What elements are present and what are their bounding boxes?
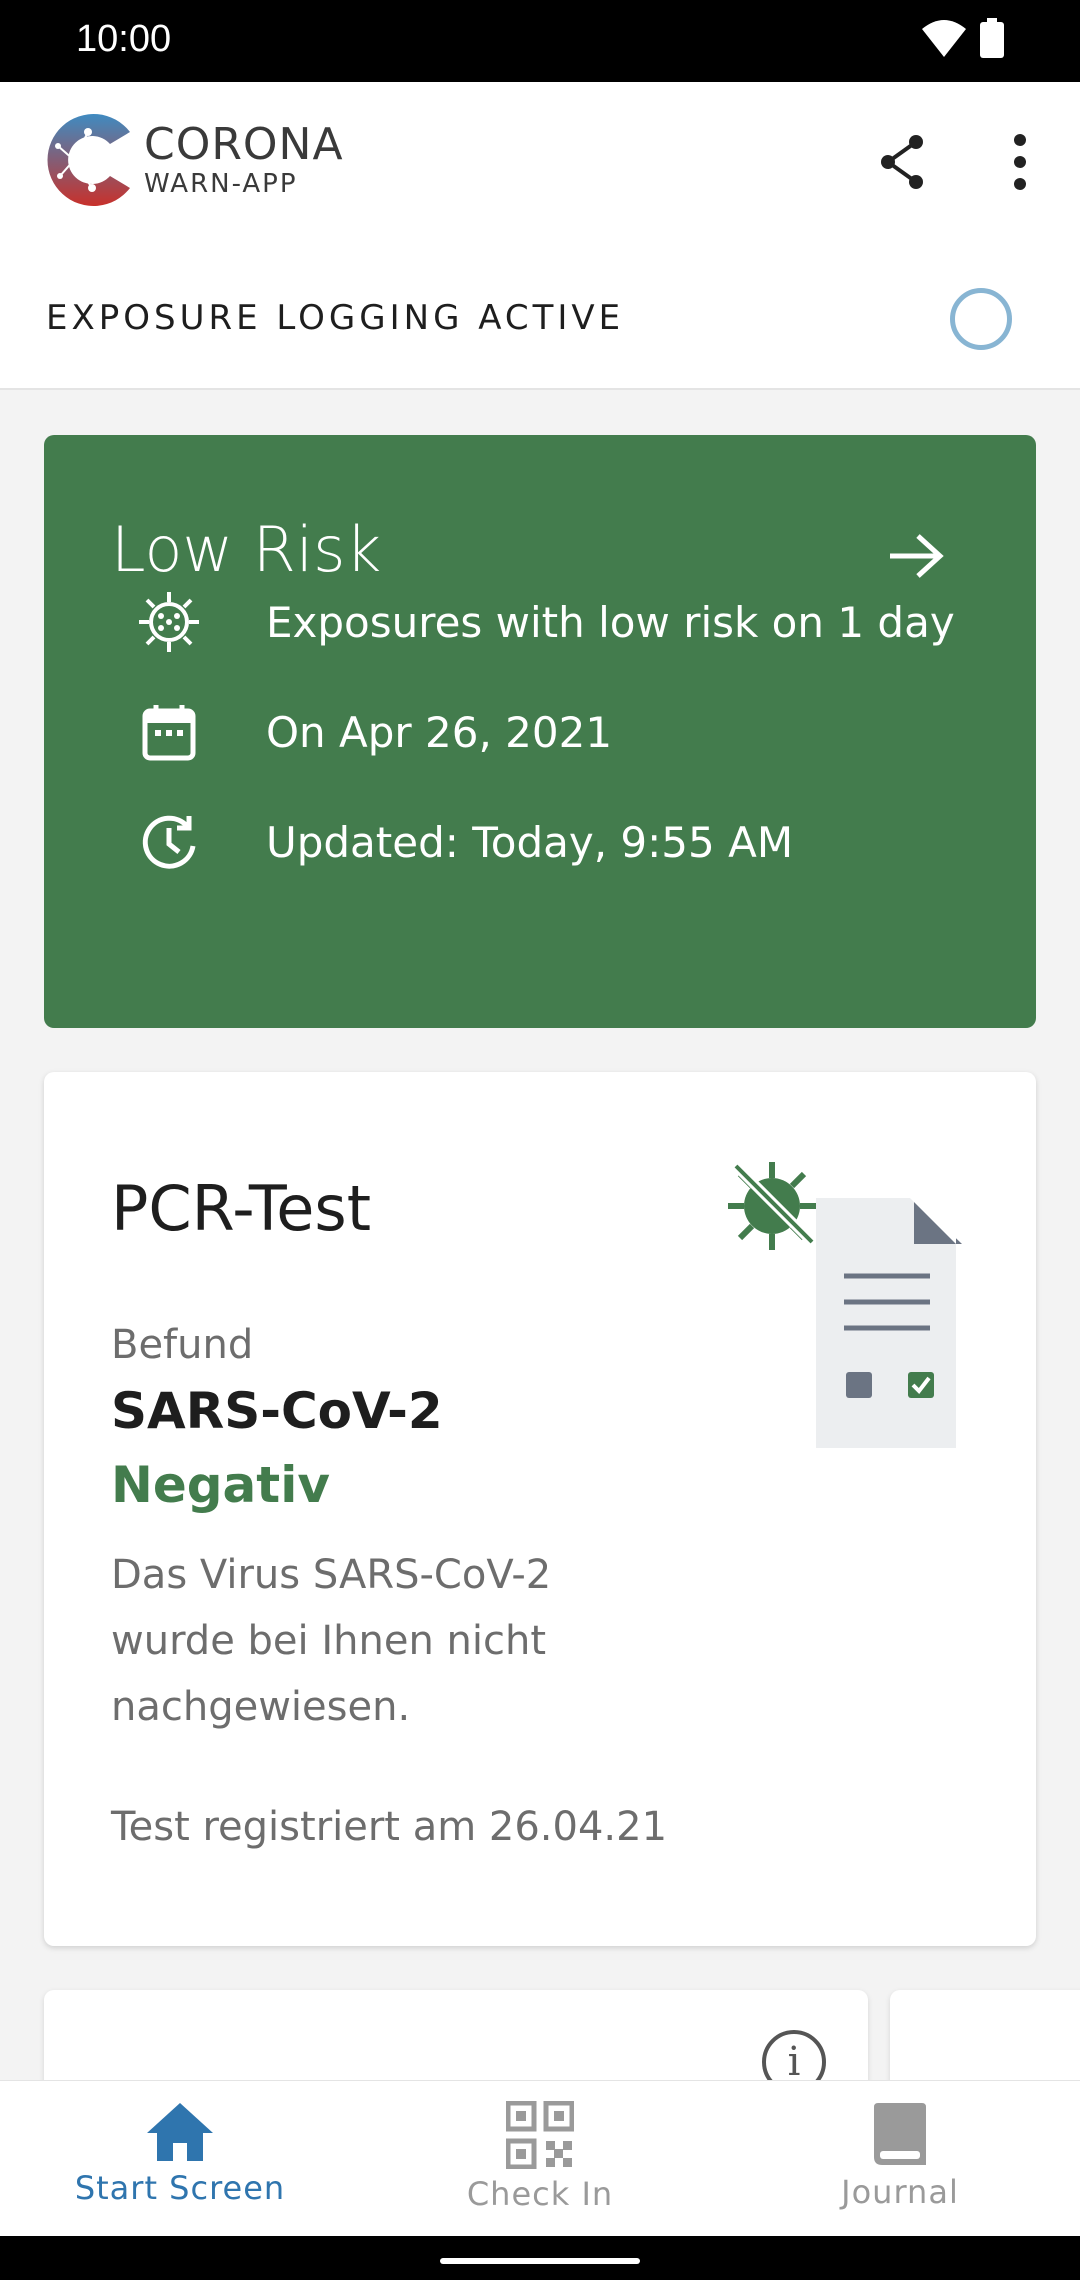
virus-icon: [134, 587, 204, 657]
bottom-navigation: Start Screen Check In Journal: [0, 2080, 1080, 2236]
status-bar: 10:00: [0, 0, 1080, 82]
nav-check-in[interactable]: Check In: [360, 2081, 720, 2236]
nav-check-in-label: Check In: [466, 2175, 614, 2213]
nav-journal[interactable]: Journal: [720, 2081, 1080, 2236]
status-time: 10:00: [76, 18, 172, 60]
risk-updated-text: Updated: Today, 9:55 AM: [266, 817, 794, 867]
pcr-result: Negativ: [111, 1456, 330, 1514]
calendar-icon: [134, 697, 204, 767]
nav-start-screen[interactable]: Start Screen: [0, 2081, 360, 2236]
logo-subtitle: WARN-APP: [144, 169, 298, 199]
pcr-title: PCR-Test: [111, 1172, 372, 1245]
pcr-description: Das Virus SARS-CoV-2 wurde bei Ihnen nic…: [111, 1552, 552, 1730]
risk-row-date: On Apr 26, 2021: [134, 697, 612, 767]
risk-exposures-text: Exposures with low risk on 1 day: [266, 597, 955, 647]
arrow-right-icon: [890, 534, 944, 578]
logo-title: CORONA: [144, 119, 344, 170]
nav-journal-label: Journal: [841, 2173, 959, 2211]
exposure-logging-status[interactable]: EXPOSURE LOGGING ACTIVE: [0, 252, 1080, 390]
share-icon[interactable]: [878, 134, 926, 190]
risk-date-text: On Apr 26, 2021: [266, 707, 613, 757]
pcr-virus-name: SARS-CoV-2: [111, 1382, 443, 1440]
test-result-illustration-icon: [728, 1162, 962, 1448]
app-bar: CORONA WARN-APP: [0, 82, 1080, 252]
app-logo: CORONA WARN-APP: [44, 110, 344, 210]
home-indicator[interactable]: [440, 2258, 640, 2264]
pcr-befund-label: Befund: [111, 1322, 254, 1368]
pcr-registered-date: Test registriert am 26.04.21: [111, 1804, 668, 1850]
risk-row-updated: Updated: Today, 9:55 AM: [134, 807, 793, 877]
exposure-progress-ring: [950, 288, 1012, 350]
pcr-test-card[interactable]: PCR-Test Befund SARS-CoV-2 Negativ Das V…: [44, 1072, 1036, 1946]
clock-refresh-icon: [134, 807, 204, 877]
book-icon: [874, 2103, 926, 2165]
risk-title: Low Risk: [111, 513, 382, 586]
battery-icon: [980, 18, 1004, 58]
wifi-icon: [922, 20, 966, 57]
risk-card[interactable]: Low Risk Exposures with low risk on 1 da…: [44, 435, 1036, 1028]
nav-start-screen-label: Start Screen: [74, 2169, 286, 2207]
status-icons: [922, 18, 1004, 58]
exposure-logging-label: EXPOSURE LOGGING ACTIVE: [46, 298, 625, 338]
more-options-icon[interactable]: [1000, 132, 1040, 192]
corona-logo-icon: [47, 113, 131, 206]
gesture-bar: [0, 2236, 1080, 2280]
qr-code-icon: [506, 2101, 574, 2169]
risk-row-exposures: Exposures with low risk on 1 day: [134, 587, 955, 657]
home-icon: [147, 2103, 213, 2161]
